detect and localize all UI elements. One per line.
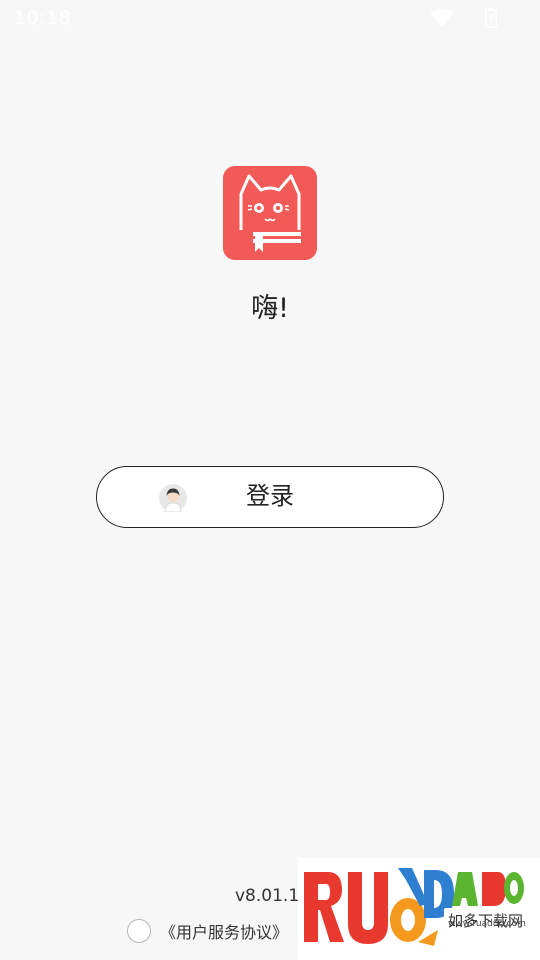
terms-of-service-link[interactable]: 《用户服务协议》 (160, 919, 288, 943)
wifi-icon (430, 9, 454, 27)
greeting-text: 嗨! (251, 293, 289, 324)
battery-icon (485, 8, 497, 28)
watermark-domain: www.ruaduo.com (448, 919, 526, 929)
cat-book-icon (239, 174, 301, 252)
login-button[interactable]: 登录 (96, 466, 444, 528)
watermark-art: 如多下载网 (304, 868, 528, 946)
login-label: 登录 (246, 482, 294, 510)
terms-agree-checkbox[interactable] (127, 919, 151, 943)
status-time: 10:18 (14, 7, 72, 29)
watermark-logo: 如多下载网 www.ruaduo.com (298, 858, 540, 960)
status-bar: 10:18 (0, 0, 540, 36)
app-logo (223, 166, 317, 260)
version-text: v8.01.1 (235, 886, 300, 906)
login-screen: 10:18 嗨! 登录 v8.01.1 《用户服务协议》 如多下载网 www.r… (0, 0, 540, 960)
